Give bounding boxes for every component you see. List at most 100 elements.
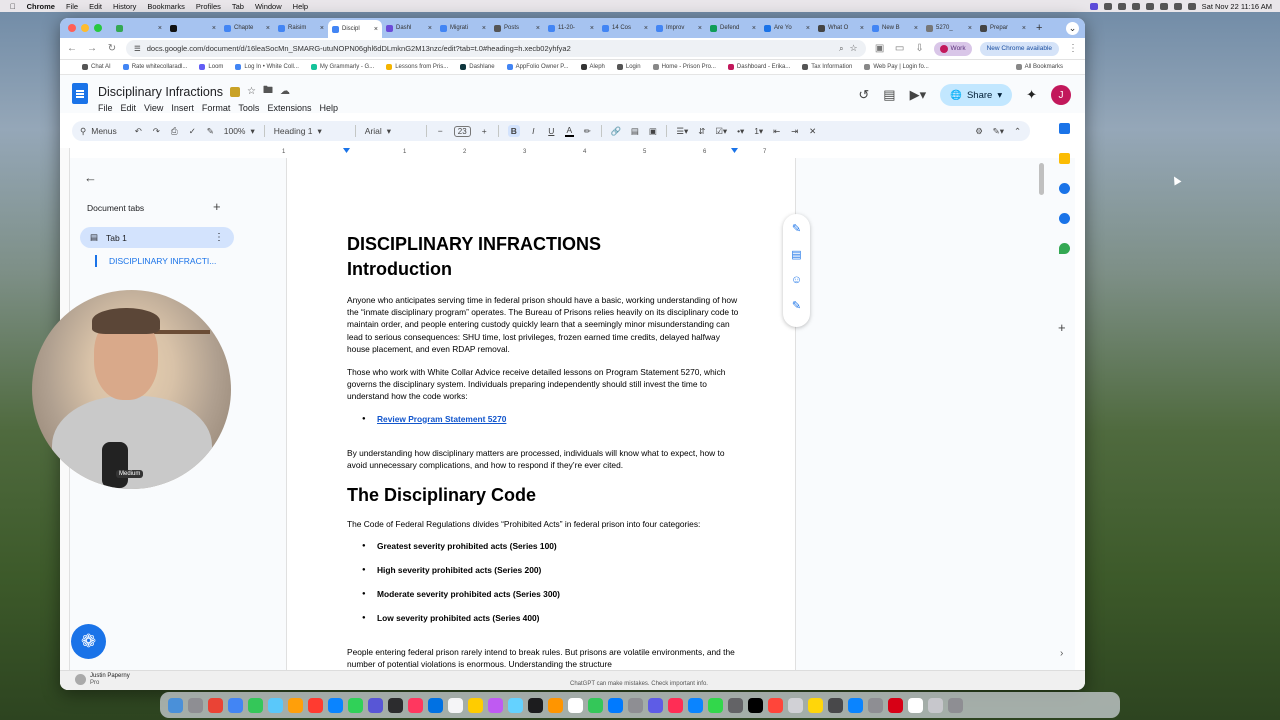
dock-app-icon[interactable] bbox=[948, 697, 963, 713]
get-addons-icon[interactable]: + bbox=[1058, 320, 1066, 335]
bookmark-item[interactable]: Dashboard - Erika... bbox=[727, 64, 790, 70]
document-content[interactable]: DISCIPLINARY INFRACTIONS Introduction An… bbox=[347, 232, 742, 671]
dock-app-icon[interactable] bbox=[548, 697, 563, 713]
docs-menu-format[interactable]: Format bbox=[202, 103, 231, 113]
close-tab-icon[interactable]: × bbox=[752, 25, 756, 32]
menubar-edit[interactable]: Edit bbox=[89, 2, 102, 11]
bookmark-item[interactable]: Rate whitecollaradl... bbox=[122, 64, 187, 70]
dock-app-icon[interactable] bbox=[228, 697, 243, 713]
document-page[interactable]: DISCIPLINARY INFRACTIONS Introduction An… bbox=[286, 158, 796, 688]
comments-icon[interactable]: ▤ bbox=[883, 87, 895, 103]
status-icon[interactable] bbox=[1131, 2, 1140, 10]
close-window-button[interactable] bbox=[68, 24, 76, 32]
emoji-icon[interactable]: ☺ bbox=[791, 274, 802, 286]
dock-app-icon[interactable] bbox=[928, 697, 943, 713]
paragraph[interactable]: People entering federal prison rarely in… bbox=[347, 646, 742, 670]
bookmark-item[interactable]: Aleph bbox=[580, 64, 605, 70]
new-tab-icon[interactable]: + bbox=[1036, 22, 1042, 34]
dock-app-icon[interactable] bbox=[508, 697, 523, 713]
browser-tab[interactable]: Raisim × bbox=[274, 20, 328, 36]
menubar-bookmarks[interactable]: Bookmarks bbox=[147, 2, 185, 11]
italic-icon[interactable]: I bbox=[529, 126, 538, 136]
browser-tab[interactable]: × bbox=[112, 20, 166, 36]
status-icon[interactable] bbox=[1103, 2, 1112, 10]
menubar-help[interactable]: Help bbox=[293, 2, 308, 11]
dock-app-icon[interactable] bbox=[308, 697, 323, 713]
cloud-status-icon[interactable]: ☁ bbox=[280, 86, 290, 97]
dock-app-icon[interactable] bbox=[368, 697, 383, 713]
user-info[interactable]: Justin Paperny Pro bbox=[90, 673, 130, 687]
star-icon[interactable]: ☆ bbox=[247, 86, 256, 97]
browser-tab[interactable]: What O × bbox=[814, 20, 868, 36]
clear-formatting-icon[interactable]: ✕ bbox=[808, 126, 817, 137]
bookmark-item[interactable]: Dashlane bbox=[460, 64, 495, 70]
docs-menu-help[interactable]: Help bbox=[319, 103, 338, 113]
dock-app-icon[interactable] bbox=[408, 697, 423, 713]
close-tab-icon[interactable]: × bbox=[266, 25, 270, 32]
link-icon[interactable]: 🔗 bbox=[611, 126, 622, 137]
spelling-icon[interactable]: ⚙ bbox=[975, 126, 984, 137]
forward-icon[interactable]: → bbox=[86, 43, 98, 54]
bookmark-item[interactable]: Login bbox=[616, 64, 641, 70]
account-avatar[interactable]: J bbox=[1051, 85, 1071, 105]
numbered-list-icon[interactable]: 1▾ bbox=[754, 126, 763, 137]
move-folder-icon[interactable]: 🖿 bbox=[263, 83, 273, 100]
browser-tab[interactable]: New B × bbox=[868, 20, 922, 36]
browser-tab[interactable]: Prepar × bbox=[976, 20, 1030, 36]
user-avatar[interactable] bbox=[75, 674, 86, 685]
edit-icon[interactable]: ✎ bbox=[792, 222, 801, 235]
settings-gear-icon[interactable]: ❁ bbox=[71, 624, 106, 659]
status-icon[interactable] bbox=[1117, 2, 1126, 10]
docs-menu-extensions[interactable]: Extensions bbox=[267, 103, 311, 113]
apple-icon[interactable]:  bbox=[10, 2, 16, 11]
dock-app-icon[interactable] bbox=[888, 697, 903, 713]
extension-icon[interactable]: ▣ bbox=[874, 43, 886, 54]
browser-tab[interactable]: Chapte × bbox=[220, 20, 274, 36]
dock-app-icon[interactable] bbox=[588, 697, 603, 713]
bulleted-list-icon[interactable]: •▾ bbox=[736, 126, 745, 137]
doc-title[interactable]: Disciplinary Infractions bbox=[98, 85, 223, 99]
bookmark-item[interactable]: Log In • White Coll... bbox=[235, 64, 299, 70]
bookmark-item[interactable]: Tax Information bbox=[802, 64, 852, 70]
maps-icon[interactable] bbox=[1058, 243, 1070, 254]
dock-app-icon[interactable] bbox=[828, 697, 843, 713]
decrease-font-icon[interactable]: − bbox=[436, 126, 445, 136]
folder-tag-icon[interactable] bbox=[230, 86, 241, 97]
back-arrow-icon[interactable]: ← bbox=[84, 170, 97, 185]
dock-app-icon[interactable] bbox=[708, 697, 723, 713]
dock-app-icon[interactable] bbox=[388, 697, 403, 713]
suggest-icon[interactable]: ✎ bbox=[792, 299, 801, 312]
bookmark-item[interactable]: Lessons from Pris... bbox=[386, 64, 448, 70]
menubar-file[interactable]: File bbox=[66, 2, 78, 11]
paragraph[interactable]: The Code of Federal Regulations divides … bbox=[347, 518, 742, 530]
insert-image-icon[interactable]: ▣ bbox=[648, 126, 657, 137]
bold-icon[interactable]: B bbox=[507, 125, 520, 137]
close-tab-icon[interactable]: × bbox=[860, 25, 864, 32]
docs-logo-icon[interactable] bbox=[72, 83, 88, 104]
docs-menu-tools[interactable]: Tools bbox=[238, 103, 259, 113]
close-tab-icon[interactable]: × bbox=[968, 25, 972, 32]
dock-app-icon[interactable] bbox=[248, 697, 263, 713]
dock-app-icon[interactable] bbox=[668, 697, 683, 713]
menubar-profiles[interactable]: Profiles bbox=[196, 2, 221, 11]
menubar-history[interactable]: History bbox=[113, 2, 136, 11]
browser-tab[interactable]: Are Yo × bbox=[760, 20, 814, 36]
font-size-field[interactable]: 23 bbox=[453, 125, 471, 137]
browser-tab[interactable]: Improv × bbox=[652, 20, 706, 36]
zoom-icon[interactable]: ⌕ bbox=[839, 44, 843, 54]
program-statement-link[interactable]: Review Program Statement 5270 bbox=[377, 414, 506, 424]
dock-app-icon[interactable] bbox=[328, 697, 343, 713]
close-tab-icon[interactable]: × bbox=[158, 25, 162, 32]
collapse-icon[interactable]: ⌃ bbox=[1013, 126, 1022, 137]
status-app-icon[interactable] bbox=[1089, 2, 1098, 10]
bookmark-item[interactable]: Chat AI bbox=[82, 64, 111, 70]
dock-app-icon[interactable] bbox=[568, 697, 583, 713]
add-comment-icon[interactable]: ▤ bbox=[630, 126, 639, 137]
bookmark-item[interactable]: My Grammarly - G... bbox=[310, 64, 374, 70]
list-item[interactable]: Low severity prohibited acts (Series 400… bbox=[362, 612, 742, 624]
browser-tab[interactable]: 14 Cos × bbox=[598, 20, 652, 36]
heading-disciplinary-infractions[interactable]: DISCIPLINARY INFRACTIONS bbox=[347, 232, 742, 257]
profile-chip[interactable]: Work bbox=[933, 41, 972, 56]
paragraph[interactable]: By understanding how disciplinary matter… bbox=[347, 447, 742, 471]
site-info-icon[interactable]: ☰ bbox=[134, 44, 141, 53]
